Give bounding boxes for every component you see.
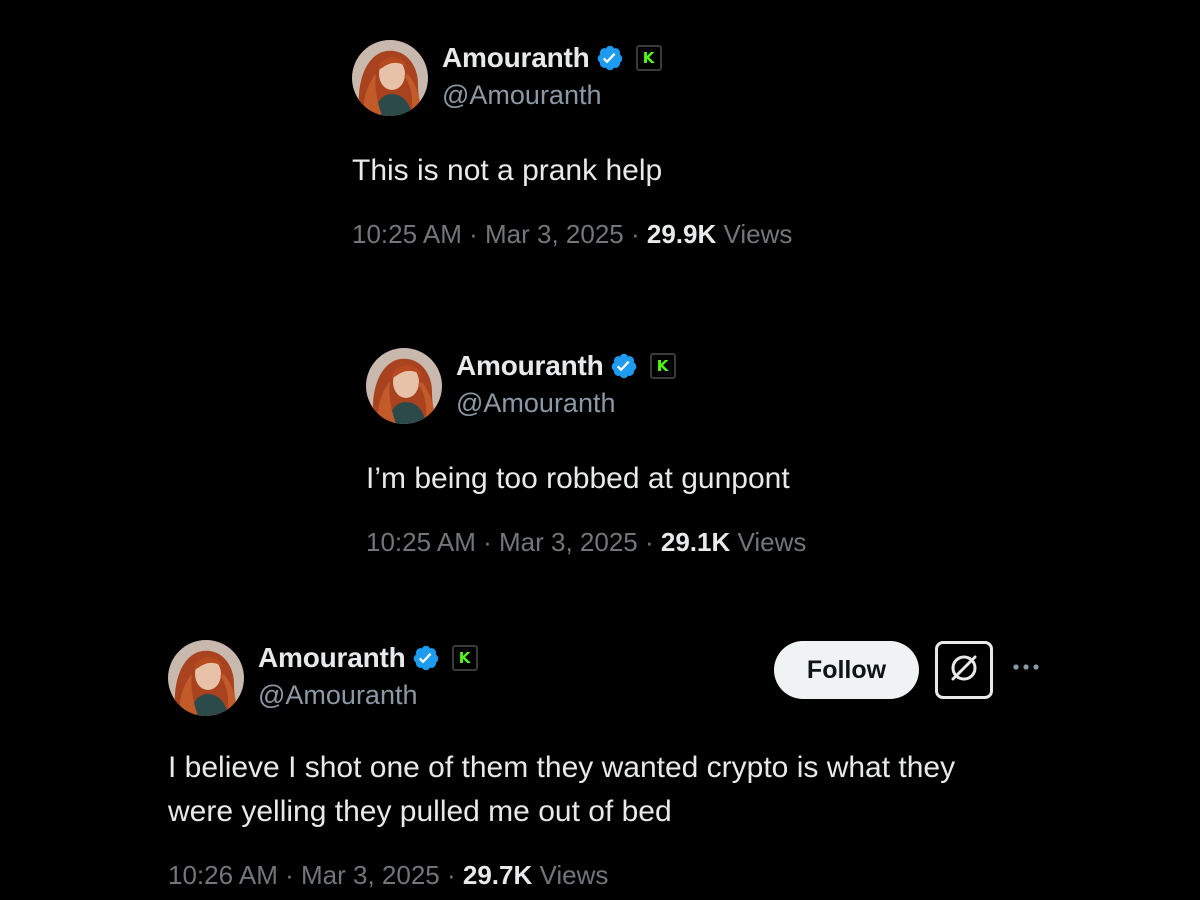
grok-button[interactable] xyxy=(935,641,993,699)
meta-separator: · xyxy=(285,860,294,890)
views-label: Views xyxy=(539,860,609,890)
tweet: Amouranth K @Amouranth I’m being too rob… xyxy=(366,348,806,558)
tweet-meta: 10:25 AM · Mar 3, 2025 · 29.9K Views xyxy=(352,219,792,250)
meta-separator: · xyxy=(483,527,492,557)
tweet-time[interactable]: 10:26 AM xyxy=(168,860,278,890)
kick-badge-icon: K xyxy=(451,645,478,671)
tweet-text: I believe I shot one of them they wanted… xyxy=(168,746,955,834)
tweet: Amouranth K @Amouranth This is not a pra… xyxy=(352,40,792,250)
author-name[interactable]: Amouranth xyxy=(442,42,590,74)
verified-badge-icon xyxy=(412,644,440,672)
tweet-text-line: I believe I shot one of them they wanted… xyxy=(168,751,956,784)
tweet-time[interactable]: 10:25 AM xyxy=(352,219,462,249)
author-name-row: Amouranth K xyxy=(258,640,478,676)
views-count: 29.1K xyxy=(660,527,731,557)
tweet-date[interactable]: Mar 3, 2025 xyxy=(485,219,624,249)
views-label: Views xyxy=(737,527,807,557)
tweet-header: Amouranth K @Amouranth xyxy=(366,348,806,424)
tweet-text: I’m being too robbed at gunpont xyxy=(366,457,806,501)
verified-badge-icon xyxy=(610,352,638,380)
grok-icon xyxy=(947,651,981,690)
tweet-time[interactable]: 10:25 AM xyxy=(366,527,476,557)
author-name-row: Amouranth K xyxy=(456,348,676,384)
tweet-meta: 10:25 AM · Mar 3, 2025 · 29.1K Views xyxy=(366,527,806,558)
meta-separator: · xyxy=(630,219,640,249)
verified-badge-icon xyxy=(596,44,624,72)
tweet-text-line: I’m being too robbed at gunpont xyxy=(366,462,790,495)
author-handle[interactable]: @Amouranth xyxy=(258,680,417,711)
avatar[interactable] xyxy=(168,640,244,716)
tweet-header: Amouranth K @Amouranth xyxy=(352,40,792,116)
author-handle[interactable]: @Amouranth xyxy=(456,388,615,419)
avatar[interactable] xyxy=(366,348,442,424)
author-name[interactable]: Amouranth xyxy=(258,642,406,674)
tweet-text-line: were yelling they pulled me out of bed xyxy=(168,795,672,828)
tweet-meta: 10:26 AM · Mar 3, 2025 · 29.7K Views xyxy=(168,860,955,891)
author-name-row: Amouranth K xyxy=(442,40,662,76)
kick-badge-icon: K xyxy=(635,45,662,71)
views-count: 29.9K xyxy=(646,219,717,249)
tweet-text: This is not a prank help xyxy=(352,149,792,193)
tweet-text-line: This is not a prank help xyxy=(352,154,663,187)
meta-separator: · xyxy=(469,219,478,249)
more-options-icon xyxy=(1011,659,1041,677)
views-label: Views xyxy=(723,219,793,249)
avatar[interactable] xyxy=(352,40,428,116)
author-handle[interactable]: @Amouranth xyxy=(442,80,601,111)
more-options-button[interactable] xyxy=(1008,650,1044,686)
meta-separator: · xyxy=(446,860,456,890)
views-count: 29.7K xyxy=(462,860,533,890)
tweet-date[interactable]: Mar 3, 2025 xyxy=(499,527,638,557)
author-name[interactable]: Amouranth xyxy=(456,350,604,382)
tweet-date[interactable]: Mar 3, 2025 xyxy=(301,860,440,890)
kick-badge-icon: K xyxy=(649,353,676,379)
meta-separator: · xyxy=(644,527,654,557)
follow-button[interactable]: Follow xyxy=(774,641,919,699)
